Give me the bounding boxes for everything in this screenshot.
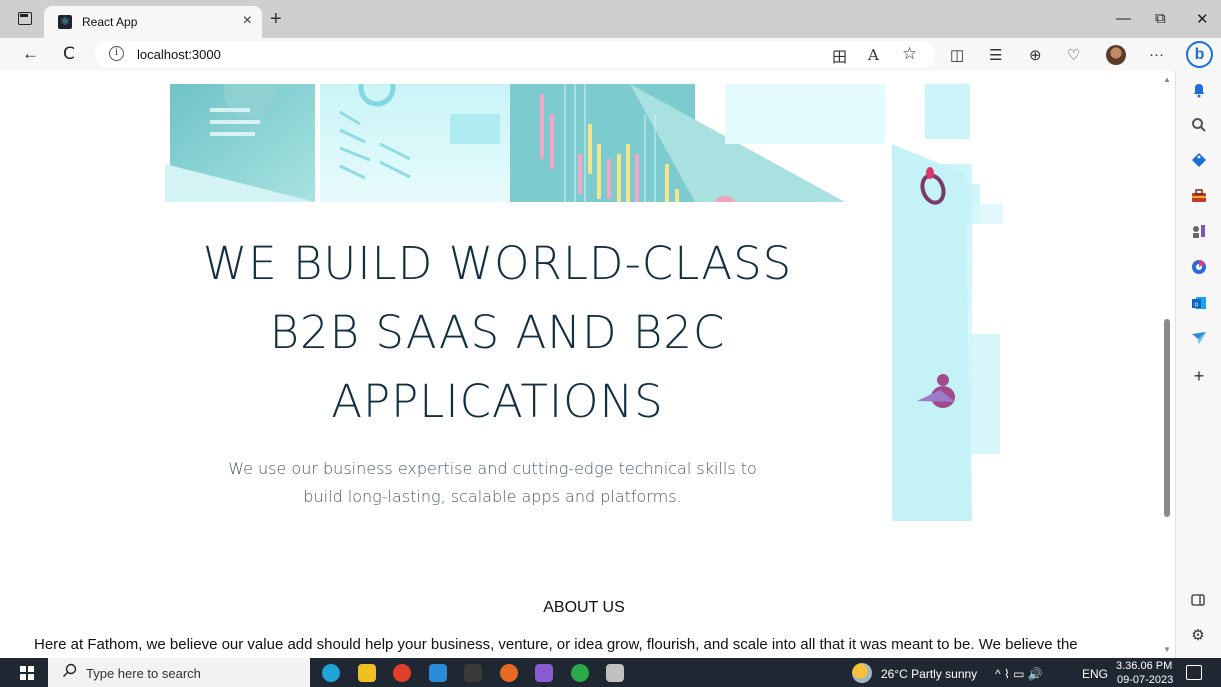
- browser-essentials-icon[interactable]: ♡: [1067, 46, 1080, 64]
- tab-react-app[interactable]: ⚛ React App ×: [44, 6, 262, 38]
- vscode-app-icon[interactable]: [428, 664, 447, 682]
- clock-date[interactable]: 09-07-2023: [1117, 674, 1173, 686]
- browser-title-bar: ⚛ React App × + — ⧉ ✕: [0, 0, 1221, 38]
- notifications-icon[interactable]: [1186, 665, 1202, 680]
- svg-text:o: o: [1195, 302, 1199, 309]
- restore-button[interactable]: ⧉: [1155, 10, 1166, 27]
- terminal-app-icon[interactable]: [464, 664, 482, 682]
- scroll-up-arrow-icon[interactable]: ▲: [1163, 75, 1171, 84]
- edge-app-icon[interactable]: [322, 664, 340, 682]
- address-bar[interactable]: i localhost:3000: [95, 41, 935, 68]
- hero-subtitle: We use our business expertise and cuttin…: [228, 459, 757, 506]
- shopping-tag-icon[interactable]: [1191, 152, 1207, 168]
- weather-text[interactable]: 26°C Partly sunny: [881, 667, 977, 681]
- visual-studio-app-icon[interactable]: [535, 664, 553, 682]
- search-magnifier-icon: [62, 663, 77, 682]
- scroll-down-arrow-icon[interactable]: ▼: [1163, 645, 1171, 654]
- office-icon[interactable]: [1191, 259, 1207, 275]
- close-window-button[interactable]: ✕: [1196, 10, 1209, 28]
- tools-icon[interactable]: [1191, 188, 1207, 204]
- split-screen-icon[interactable]: ◫: [950, 46, 964, 64]
- collections-icon[interactable]: ⊕: [1029, 46, 1042, 64]
- page-viewport: WE BUILD WORLD-CLASS B2B SAAS AND B2C AP…: [0, 71, 1160, 658]
- tray-icons[interactable]: ^ ⌇ ▭ 🔊: [995, 667, 1043, 681]
- chrome-app-icon[interactable]: [393, 664, 411, 682]
- edge-sidebar: o + ⚙: [1175, 71, 1221, 658]
- refresh-button[interactable]: C: [63, 44, 75, 64]
- favorite-star-icon[interactable]: ☆: [902, 44, 917, 64]
- copilot-bing-button[interactable]: b: [1186, 41, 1213, 68]
- sidebar-settings-icon[interactable]: ⚙: [1190, 628, 1206, 644]
- about-us-paragraph: Here at Fathom, we believe our value add…: [34, 636, 1078, 653]
- add-sidebar-app-icon[interactable]: +: [1191, 367, 1207, 385]
- mongodb-compass-app-icon[interactable]: [570, 664, 589, 682]
- send-icon[interactable]: [1191, 330, 1207, 346]
- back-button[interactable]: ←: [22, 44, 39, 64]
- about-us-heading: ABOUT US: [543, 599, 625, 616]
- read-aloud-icon[interactable]: A: [868, 46, 879, 64]
- page-scrollbar[interactable]: ▲ ▼: [1160, 71, 1175, 658]
- grid-app-icon[interactable]: 田: [832, 46, 847, 67]
- address-url[interactable]: localhost:3000: [137, 47, 221, 62]
- weather-icon[interactable]: [852, 663, 872, 683]
- tab-actions-icon[interactable]: [18, 12, 32, 25]
- file-explorer-app-icon[interactable]: [357, 664, 376, 682]
- games-icon[interactable]: [1191, 223, 1207, 239]
- profile-avatar[interactable]: [1106, 45, 1126, 65]
- firefox-app-icon[interactable]: [499, 664, 518, 682]
- browser-toolbar: ← C i localhost:3000 田 A ☆ ◫ ☰ ⊕ ♡ ··· b: [0, 38, 1221, 71]
- taskbar-search-placeholder[interactable]: Type here to search: [86, 666, 201, 681]
- clock-time[interactable]: 3.36.06 PM: [1116, 660, 1172, 672]
- scrollbar-thumb[interactable]: [1164, 319, 1170, 517]
- site-info-icon[interactable]: i: [109, 46, 124, 61]
- windows-start-icon[interactable]: [20, 666, 34, 680]
- favorites-list-icon[interactable]: ☰: [989, 46, 1002, 64]
- tab-close-icon[interactable]: ×: [243, 12, 252, 30]
- windows-taskbar: Type here to search 26°C Partly sunny ^ …: [0, 658, 1221, 687]
- language-indicator[interactable]: ENG: [1082, 667, 1108, 681]
- hero-title: WE BUILD WORLD-CLASS B2B SAAS AND B2C AP…: [202, 237, 793, 428]
- hide-sidebar-icon[interactable]: [1190, 592, 1206, 608]
- more-menu-icon[interactable]: ···: [1149, 46, 1164, 63]
- search-icon[interactable]: [1191, 117, 1207, 133]
- minimize-button[interactable]: —: [1116, 10, 1131, 27]
- tab-title: React App: [82, 15, 138, 29]
- bell-icon[interactable]: [1191, 82, 1207, 98]
- taskbar-search-box[interactable]: Type here to search: [48, 658, 310, 687]
- react-favicon-icon: ⚛: [58, 15, 72, 29]
- paint-app-icon[interactable]: [606, 664, 624, 682]
- outlook-icon[interactable]: o: [1191, 295, 1207, 311]
- new-tab-button[interactable]: +: [270, 8, 282, 31]
